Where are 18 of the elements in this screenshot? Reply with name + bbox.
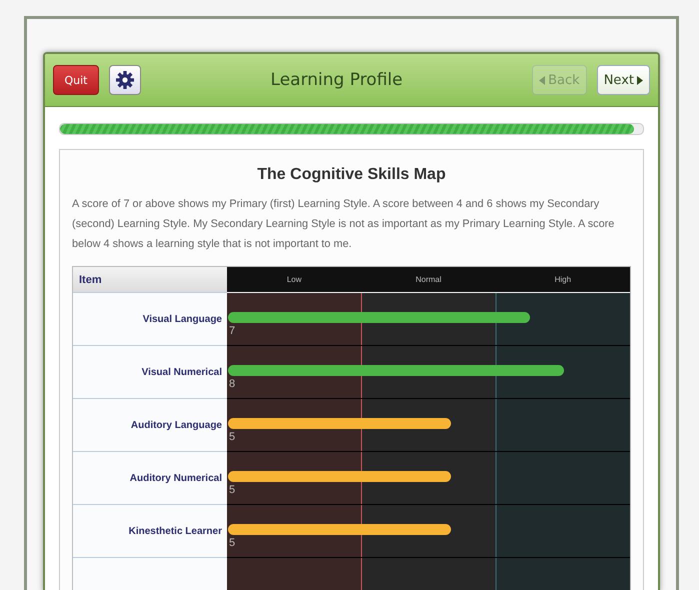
screen-title: Learning Profile [270, 70, 404, 90]
score-value: 8 [229, 378, 236, 390]
next-button[interactable]: Next [596, 65, 650, 95]
column-header: Item [73, 267, 227, 293]
settings-icon [115, 70, 135, 90]
score-value: 5 [229, 431, 236, 443]
score-value: 7 [229, 325, 236, 337]
left-triangle-icon [539, 76, 546, 84]
quit-button[interactable]: Quit [53, 65, 99, 95]
description-text: A score of 7 or above shows my Primary (first) Learning Style. A score between 4 and 6 shows my Secondary (second) Learning Style. My Secondary Learning Style is not as important as my Primary Learning Style. A score below 4 shows a learning style that is not important to me. [72, 197, 616, 252]
score-value: 5 [229, 484, 236, 496]
score-value: 5 [229, 537, 236, 549]
band-label: High [554, 274, 572, 286]
right-triangle-icon [637, 76, 643, 84]
settings-button[interactable] [109, 65, 141, 95]
panel-title: The Cognitive Skills Map [256, 166, 447, 184]
band-label: Low [286, 274, 302, 286]
band-label: Normal [414, 274, 442, 286]
